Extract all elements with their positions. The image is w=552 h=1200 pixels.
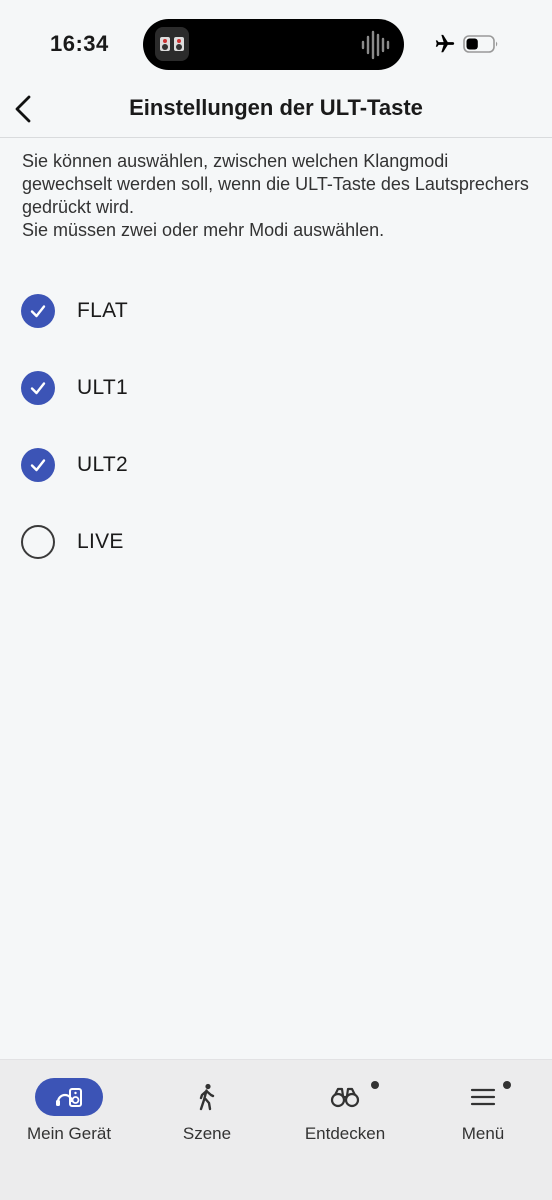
checkbox-live[interactable] — [21, 524, 55, 559]
checkmark-icon — [30, 304, 46, 317]
audio-waveform-icon — [361, 30, 390, 60]
header-bar: Einstellungen der ULT-Taste — [0, 90, 552, 138]
page-title: Einstellungen der ULT-Taste — [129, 95, 423, 120]
nav-label-mein-geraet: Mein Gerät — [26, 1124, 112, 1143]
option-ult2[interactable]: ULT2 — [0, 426, 552, 503]
nav-label-szene: Szene — [182, 1124, 232, 1143]
screen: 16:34 Einstellungen der ULT-Taste Sie kö… — [0, 0, 552, 1200]
bottom-navigation: Mein Gerät Szene Entdecken Menü — [0, 1059, 552, 1200]
description-line-2: Sie müssen zwei oder mehr Modi auswählen… — [22, 220, 385, 240]
checkbox-ult2[interactable] — [21, 447, 55, 482]
option-label-live: LIVE — [77, 529, 124, 553]
status-bar: 16:34 — [0, 0, 552, 90]
hamburger-menu-icon — [470, 1088, 496, 1106]
checkmark-icon — [30, 458, 46, 471]
walking-person-icon — [199, 1083, 215, 1111]
nav-item-menue[interactable]: Menü — [414, 1078, 552, 1144]
dynamic-island[interactable] — [143, 19, 404, 70]
option-ult1[interactable]: ULT1 — [0, 349, 552, 426]
notification-dot — [371, 1081, 379, 1089]
status-time: 16:34 — [50, 31, 109, 56]
option-flat[interactable]: FLAT — [0, 272, 552, 349]
airplane-mode-icon — [435, 34, 455, 53]
nav-item-entdecken[interactable]: Entdecken — [276, 1078, 414, 1144]
app-icon — [155, 27, 189, 61]
nav-icon-container — [35, 1078, 103, 1116]
nav-label-menue: Menü — [461, 1124, 505, 1143]
description-text: Sie können auswählen, zwischen welchen K… — [22, 150, 542, 242]
nav-item-mein-geraet[interactable]: Mein Gerät — [0, 1078, 138, 1144]
speaker-device-icon — [56, 1088, 82, 1107]
option-label-flat: FLAT — [77, 298, 128, 322]
option-live[interactable]: LIVE — [0, 503, 552, 580]
checkmark-icon — [30, 381, 46, 394]
nav-icon-container — [173, 1078, 241, 1116]
binoculars-icon — [330, 1087, 360, 1108]
description-line-1: Sie können auswählen, zwischen welchen K… — [22, 151, 529, 217]
nav-icon-container — [311, 1078, 379, 1116]
sound-mode-list: FLAT ULT1 ULT2 LIVE — [0, 272, 552, 580]
option-label-ult2: ULT2 — [77, 452, 128, 476]
battery-icon — [463, 35, 498, 53]
nav-icon-container — [449, 1078, 517, 1116]
nav-item-szene[interactable]: Szene — [138, 1078, 276, 1144]
checkbox-flat[interactable] — [21, 293, 55, 328]
checkbox-ult1[interactable] — [21, 370, 55, 405]
option-label-ult1: ULT1 — [77, 375, 128, 399]
nav-label-entdecken: Entdecken — [304, 1124, 386, 1143]
notification-dot — [503, 1081, 511, 1089]
